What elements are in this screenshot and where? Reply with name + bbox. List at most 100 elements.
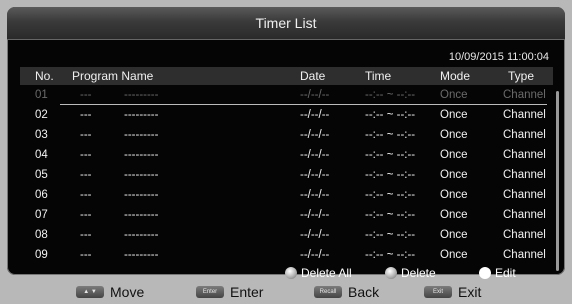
row-number: 04: [35, 149, 48, 161]
delete-all-label: Delete All: [301, 266, 352, 280]
row-program-number: ---: [80, 129, 92, 141]
row-mode: Once: [440, 129, 468, 141]
row-program-name: ---------: [124, 209, 159, 221]
row-program-number: ---: [80, 189, 92, 201]
row-date: --/--/--: [300, 129, 330, 141]
row-date: --/--/--: [300, 169, 330, 181]
row-date: --/--/--: [300, 89, 330, 101]
row-mode: Once: [440, 109, 468, 121]
row-program-name: ---------: [124, 149, 159, 161]
row-type: Channel: [503, 109, 546, 121]
column-header-no: No.: [35, 69, 54, 83]
timer-table: 01 --- --------- --/--/-- --:-- ~ --:-- Once C…: [20, 85, 553, 265]
enter-key-icon: Enter: [196, 286, 224, 298]
row-type: Channel: [503, 189, 546, 201]
row-program-name: ---------: [124, 129, 159, 141]
row-time: --:-- ~ --:--: [365, 209, 416, 221]
delete-label: Delete: [401, 266, 436, 280]
timer-row[interactable]: 05 --- --------- --/--/-- --:-- ~ --:-- Once C…: [20, 165, 553, 185]
exit-label: Exit: [458, 284, 482, 300]
current-datetime: 10/09/2015 11:00:04: [448, 51, 549, 63]
row-date: --/--/--: [300, 189, 330, 201]
row-time: --:-- ~ --:--: [365, 229, 416, 241]
row-mode: Once: [440, 89, 468, 101]
row-number: 03: [35, 129, 48, 141]
row-mode: Once: [440, 249, 468, 261]
row-program-name: ---------: [124, 229, 159, 241]
row-number: 08: [35, 229, 48, 241]
move-label: Move: [110, 284, 145, 300]
row-program-name: ---------: [124, 189, 159, 201]
grey-button-icon: [385, 267, 397, 279]
row-type: Channel: [503, 249, 546, 261]
row-number: 07: [35, 209, 48, 221]
row-number: 09: [35, 249, 48, 261]
row-time: --:-- ~ --:--: [365, 189, 416, 201]
timer-row[interactable]: 02 --- --------- --/--/-- --:-- ~ --:-- Once C…: [20, 105, 553, 125]
edit-button[interactable]: Edit: [479, 266, 516, 280]
row-program-number: ---: [80, 89, 92, 101]
table-header: No. Program Name Date Time Mode Type: [20, 67, 553, 85]
row-type: Channel: [503, 209, 546, 221]
row-time: --:-- ~ --:--: [365, 129, 416, 141]
row-time: --:-- ~ --:--: [365, 89, 416, 101]
column-header-program: Program Name: [72, 69, 154, 83]
row-date: --/--/--: [300, 149, 330, 161]
row-program-number: ---: [80, 169, 92, 181]
footer-move: ▲ ▼ Move: [76, 284, 144, 300]
up-down-keys-icon: ▲ ▼: [76, 286, 104, 298]
timer-row[interactable]: 06 --- --------- --/--/-- --:-- ~ --:-- Once C…: [20, 185, 553, 205]
timer-row[interactable]: 04 --- --------- --/--/-- --:-- ~ --:-- Once C…: [20, 145, 553, 165]
timer-row[interactable]: 01 --- --------- --/--/-- --:-- ~ --:-- Once C…: [20, 85, 553, 105]
delete-all-button[interactable]: Delete All: [285, 266, 352, 280]
row-type: Channel: [503, 129, 546, 141]
column-header-type: Type: [508, 69, 535, 83]
row-type: Channel: [503, 229, 546, 241]
footer-exit[interactable]: Exit Exit: [424, 284, 481, 300]
timer-list-window: Timer List 10/09/2015 11:00:04 No. Progr…: [7, 7, 565, 280]
enter-label: Enter: [230, 284, 264, 300]
row-program-number: ---: [80, 149, 92, 161]
column-header-date: Date: [300, 69, 326, 83]
row-date: --/--/--: [300, 229, 330, 241]
grey-button-icon: [285, 267, 297, 279]
row-type: Channel: [503, 89, 546, 101]
row-mode: Once: [440, 229, 468, 241]
row-number: 06: [35, 189, 48, 201]
key-hint-bar: ▲ ▼ Move Enter Enter Recall Back Exit Ex…: [0, 280, 572, 304]
row-number: 01: [35, 89, 48, 101]
footer-back[interactable]: Recall Back: [314, 284, 379, 300]
timer-row[interactable]: 03 --- --------- --/--/-- --:-- ~ --:-- Once C…: [20, 125, 553, 145]
row-program-name: ---------: [124, 249, 159, 261]
row-program-name: ---------: [124, 89, 159, 101]
back-label: Back: [348, 284, 380, 300]
row-date: --/--/--: [300, 109, 330, 121]
recall-key-icon: Recall: [314, 286, 342, 298]
window-title: Timer List: [7, 7, 565, 40]
row-time: --:-- ~ --:--: [365, 169, 416, 181]
timer-row[interactable]: 08 --- --------- --/--/-- --:-- ~ --:-- Once C…: [20, 225, 553, 245]
row-mode: Once: [440, 149, 468, 161]
row-program-number: ---: [80, 229, 92, 241]
row-time: --:-- ~ --:--: [365, 109, 416, 121]
edit-label: Edit: [495, 266, 516, 280]
timer-row[interactable]: 09 --- --------- --/--/-- --:-- ~ --:-- Once C…: [20, 245, 553, 265]
scrollbar[interactable]: [556, 91, 559, 271]
row-program-number: ---: [80, 249, 92, 261]
row-program-name: ---------: [124, 169, 159, 181]
row-program-name: ---------: [124, 109, 159, 121]
column-header-mode: Mode: [440, 69, 471, 83]
row-program-number: ---: [80, 109, 92, 121]
column-header-time: Time: [365, 69, 392, 83]
row-date: --/--/--: [300, 209, 330, 221]
timer-row[interactable]: 07 --- --------- --/--/-- --:-- ~ --:-- Once C…: [20, 205, 553, 225]
delete-button[interactable]: Delete: [385, 266, 436, 280]
footer-enter[interactable]: Enter Enter: [196, 284, 263, 300]
row-type: Channel: [503, 149, 546, 161]
row-type: Channel: [503, 169, 546, 181]
row-number: 02: [35, 109, 48, 121]
row-date: --/--/--: [300, 249, 330, 261]
row-mode: Once: [440, 169, 468, 181]
row-mode: Once: [440, 209, 468, 221]
row-time: --:-- ~ --:--: [365, 249, 416, 261]
